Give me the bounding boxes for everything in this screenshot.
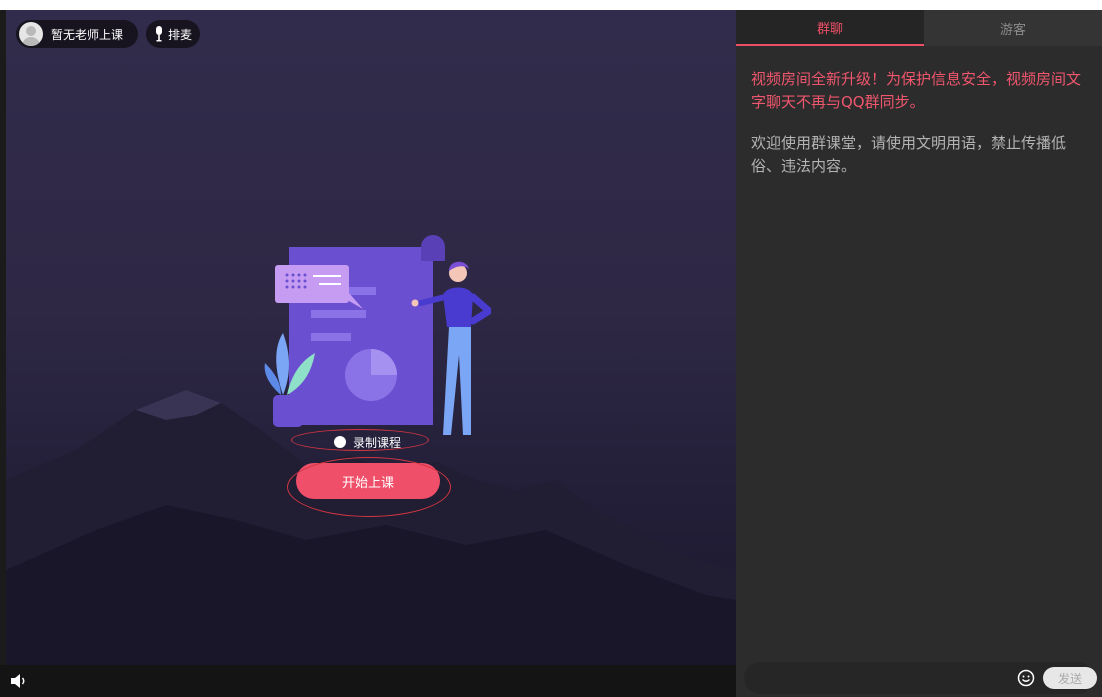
system-notice-message: 视频房间全新升级！为保护信息安全，视频房间文字聊天不再与QQ群同步。 xyxy=(751,70,1082,111)
highlight-ellipse-record xyxy=(291,429,429,451)
tab-group-chat[interactable]: 群聊 xyxy=(736,10,924,46)
chat-tabs: 群聊 游客 xyxy=(736,10,1102,46)
highlight-ellipse-start xyxy=(287,457,451,517)
teacher-status-pill: 暂无老师上课 xyxy=(16,20,138,48)
mic-queue-label: 排麦 xyxy=(168,27,193,42)
speaker-icon[interactable] xyxy=(10,673,28,689)
chat-input-bar: 发送 xyxy=(744,662,1097,694)
mic-queue-button[interactable]: 排麦 xyxy=(146,20,200,48)
chat-panel: 群聊 游客 视频房间全新升级！为保护信息安全，视频房间文字聊天不再与QQ群同步。… xyxy=(736,10,1102,697)
teacher-status-label: 暂无老师上课 xyxy=(51,27,124,42)
tab-guests[interactable]: 游客 xyxy=(924,10,1102,46)
send-button[interactable]: 发送 xyxy=(1043,667,1097,689)
smiley-icon[interactable] xyxy=(1017,669,1035,687)
video-stage: 暂无老师上课 排麦 录制课程 开始上课 xyxy=(6,10,736,665)
microphone-icon xyxy=(155,26,163,42)
stage-control-bar xyxy=(0,665,736,697)
classroom-illustration xyxy=(264,235,491,435)
chat-input[interactable] xyxy=(754,666,1018,692)
window-top-strip xyxy=(0,0,1102,10)
user-avatar-icon xyxy=(19,22,43,46)
welcome-message: 欢迎使用群课堂，请使用文明用语，禁止传播低俗、违法内容。 xyxy=(751,134,1067,175)
